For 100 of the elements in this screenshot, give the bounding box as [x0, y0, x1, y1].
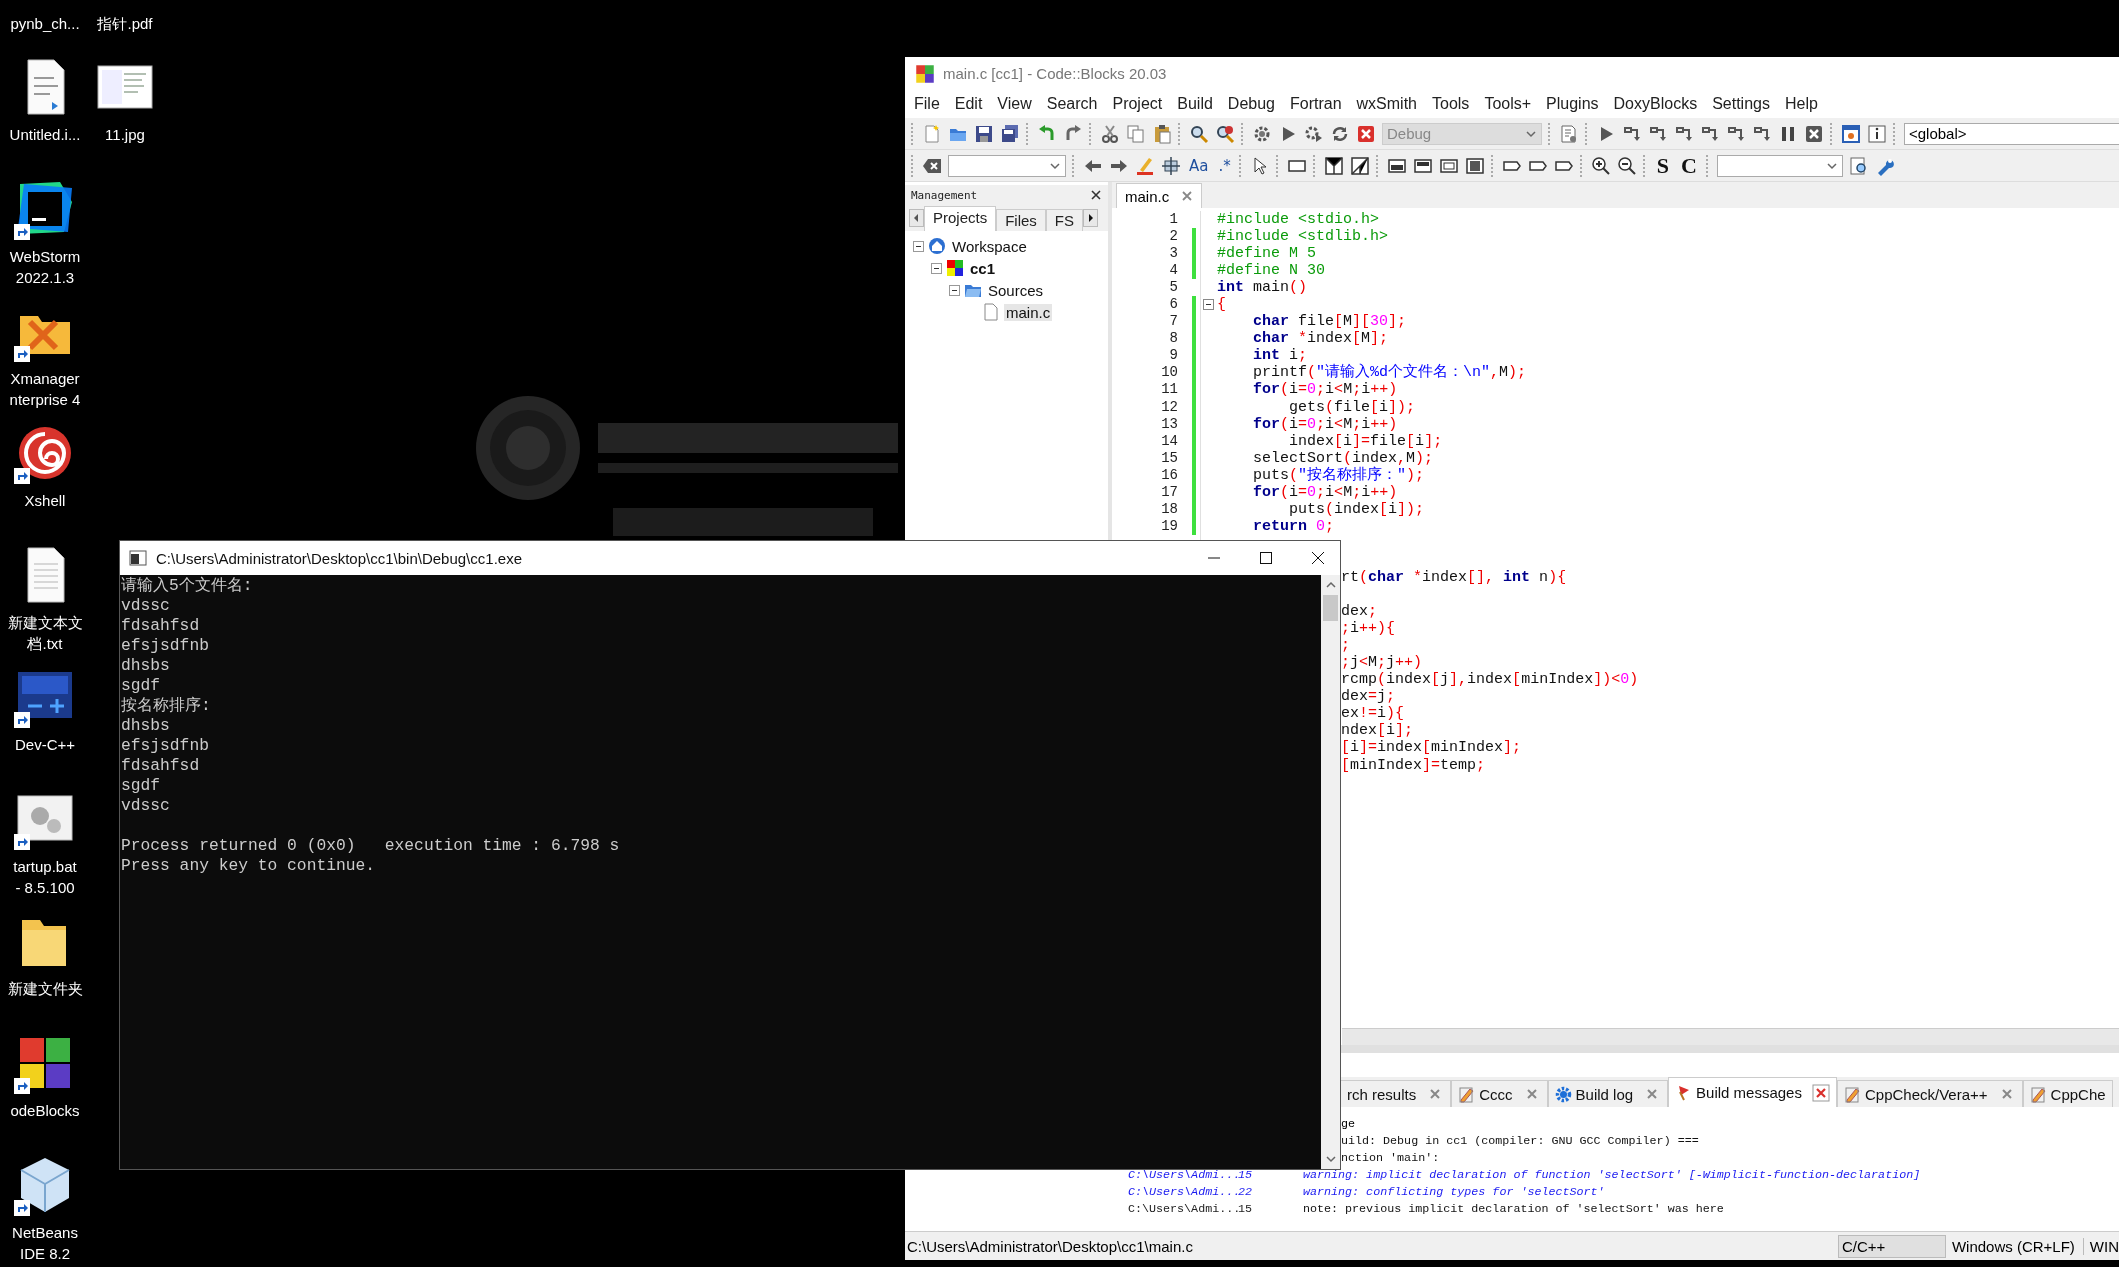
search-icon[interactable] [1189, 123, 1209, 144]
scrollbar[interactable] [1342, 1028, 2119, 1045]
log-tab[interactable]: Build log [1547, 1080, 1669, 1107]
log-tab[interactable]: CppChe [2022, 1080, 2113, 1107]
save-icon[interactable] [974, 123, 994, 144]
menu-item[interactable]: Search [1046, 95, 1098, 113]
toolbar-button[interactable]: S [1653, 152, 1672, 179]
menu-item[interactable]: DoxyBlocks [1613, 95, 1698, 113]
log-tab[interactable]: CppCheck/Vera++ [1836, 1080, 2023, 1107]
close-icon[interactable] [1090, 189, 1102, 201]
code-line: [i]=index[minIndex]; [1340, 739, 1522, 757]
code-line: ; [1340, 637, 1350, 655]
panel-tab[interactable]: Projects [924, 206, 997, 231]
zoom-in-icon[interactable] [1590, 155, 1611, 176]
code-line: #define M 5 [1216, 245, 1317, 263]
maximize-icon[interactable] [1259, 551, 1273, 565]
close-icon[interactable] [1311, 551, 1325, 565]
info-icon[interactable] [1867, 123, 1887, 144]
abort-icon[interactable] [1356, 123, 1376, 144]
line-number: 12 [1160, 398, 1179, 416]
console-line: vdssc [121, 796, 171, 816]
split-box-icon[interactable] [1323, 155, 1344, 176]
collapse-icon[interactable] [949, 284, 960, 296]
toolbar-button[interactable]: C [1678, 152, 1700, 179]
tool-icon[interactable] [1161, 155, 1181, 176]
menu-item[interactable]: Settings [1712, 95, 1770, 113]
editor-tab[interactable]: main.c [1116, 183, 1203, 208]
find-replace-icon[interactable] [1215, 123, 1235, 144]
collapse-icon[interactable] [931, 262, 942, 274]
code-line: int i; [1252, 347, 1308, 365]
code-line: ;j<M;j++) [1340, 654, 1423, 672]
table-cell-text: 15 [1238, 1167, 1254, 1184]
highlighter-icon[interactable] [1135, 155, 1155, 176]
line-number: 3 [1168, 245, 1179, 263]
line-number: 1 [1168, 211, 1179, 229]
scroll-right-icon[interactable] [1083, 209, 1099, 227]
menu-item[interactable]: File [914, 95, 940, 113]
menu-item[interactable]: Edit [954, 95, 983, 113]
panel-tab[interactable]: FS [1045, 209, 1084, 231]
tree-item[interactable]: cc1 [968, 259, 998, 277]
console-icon [128, 548, 148, 568]
copy-icon[interactable] [1126, 123, 1146, 144]
log-tab[interactable]: Build messages [1668, 1077, 1837, 1107]
table-cell: note: previous implicit declaration of 'selectSort' was here [1303, 1201, 1724, 1218]
pencil-icon [2029, 1085, 2047, 1103]
tree-item[interactable]: Sources [986, 281, 1046, 299]
console-line: 按名称排序: [121, 696, 212, 716]
code-line: return 0; [1252, 517, 1335, 535]
tree-item[interactable]: Workspace [950, 237, 1029, 255]
icon-label: 2022.1.3 [15, 268, 75, 288]
log-tab[interactable]: Cccc [1451, 1080, 1548, 1107]
code-line: selectSort(index,M); [1252, 449, 1434, 467]
menu-item[interactable]: Fortran [1290, 95, 1342, 113]
toolbar-button[interactable]: Aa [1187, 156, 1211, 175]
tree-item[interactable]: main.c [1004, 303, 1053, 321]
menu-item[interactable]: Tools [1432, 95, 1470, 113]
split-box-diagonal-icon[interactable] [1349, 155, 1370, 176]
icon-label: Xshell [24, 491, 66, 511]
scope-dropdown[interactable]: <global> [1904, 122, 2119, 145]
code-line: #include <stdlib.h> [1216, 228, 1389, 246]
icon-label: 档.txt [27, 634, 63, 654]
console-line: dhsbs [121, 716, 171, 736]
save-all-icon[interactable] [1000, 123, 1020, 144]
code-line: ex!=i){ [1340, 705, 1405, 723]
menu-item[interactable]: Plugins [1546, 95, 1599, 113]
menu-item[interactable]: Debug [1227, 95, 1275, 113]
fold-icon[interactable] [1202, 299, 1214, 311]
code-line: printf("请输入%d个文件名：\n",M); [1252, 364, 1527, 382]
console-line: sgdf [121, 776, 162, 796]
table-cell: nction 'main': [1341, 1150, 1440, 1167]
document-gear-icon[interactable] [1559, 123, 1579, 144]
log-tab[interactable]: rch results [1340, 1080, 1452, 1107]
toolbar-button[interactable]: .* [1216, 156, 1233, 175]
icon-label: nterprise 4 [9, 390, 81, 410]
table-cell-text: 22 [1238, 1184, 1254, 1201]
table-cell: C:\Users\Admi... [1128, 1201, 1238, 1218]
zoom-out-icon[interactable] [1616, 155, 1637, 176]
panel-full-icon[interactable] [1464, 155, 1485, 176]
scroll-down-icon[interactable] [1324, 1153, 1337, 1165]
window-icon[interactable] [1841, 123, 1861, 144]
stop-icon[interactable] [1804, 123, 1824, 144]
table-cell-text: 15 [1238, 1201, 1254, 1218]
menu-item[interactable]: View [997, 95, 1032, 113]
line-number: 13 [1160, 415, 1179, 433]
menu-item[interactable]: Help [1784, 95, 1818, 113]
scissors-icon[interactable] [1100, 123, 1120, 144]
menu-item[interactable]: wxSmith [1356, 95, 1417, 113]
menu-item[interactable]: Project [1112, 95, 1163, 113]
scroll-thumb[interactable] [1323, 595, 1338, 621]
menu-item[interactable]: Tools+ [1484, 95, 1532, 113]
page-search-icon[interactable] [1848, 155, 1869, 176]
code-line: index[i]=file[i]; [1288, 432, 1443, 450]
console-line: efsjsdfnb [121, 736, 210, 756]
paste-icon[interactable] [1152, 123, 1172, 144]
collapse-icon[interactable] [913, 240, 924, 252]
menu-item[interactable]: Build [1177, 95, 1213, 113]
file-icon [982, 303, 1000, 321]
scroll-left-icon[interactable] [909, 209, 924, 227]
panel-tab[interactable]: Files [996, 209, 1046, 231]
code-line: for(i=0;i<M;i++) [1252, 483, 1398, 501]
